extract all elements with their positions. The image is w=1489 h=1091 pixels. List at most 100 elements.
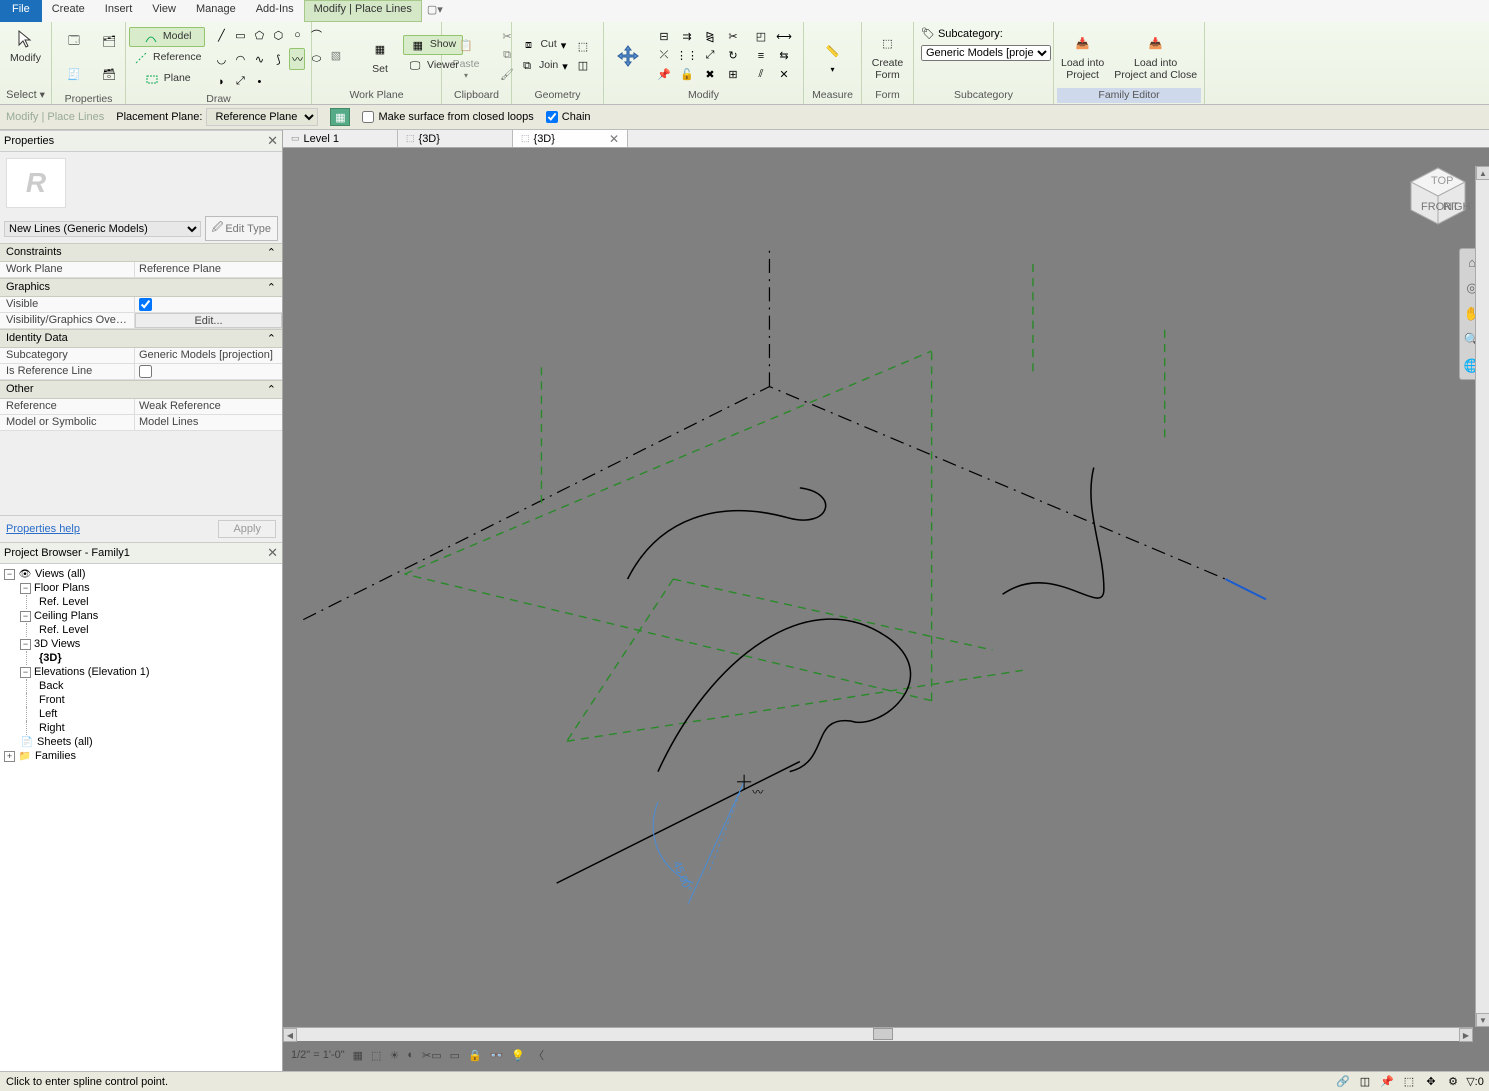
constraints-section[interactable]: Constraints⌃: [0, 243, 282, 262]
array-icon[interactable]: ⋮⋮: [676, 47, 698, 65]
geom-btn2[interactable]: ◫: [574, 56, 592, 74]
load-into-project-close-button[interactable]: 📥Load into Project and Close: [1110, 26, 1201, 86]
tree-3d-views[interactable]: 3D Views: [34, 638, 80, 650]
mod-extra3-icon[interactable]: ≡: [750, 47, 772, 65]
unpin-icon[interactable]: 🔓: [676, 66, 698, 84]
view-tab-level1[interactable]: ▭Level 1: [283, 130, 398, 147]
tree-ceiling-plans[interactable]: Ceiling Plans: [34, 610, 98, 622]
mod-extra6-icon[interactable]: ✕: [773, 66, 795, 84]
identity-section[interactable]: Identity Data⌃: [0, 329, 282, 348]
draw-rect-icon[interactable]: ▭: [232, 25, 248, 45]
tree-views-all[interactable]: Views (all): [35, 568, 86, 580]
scrollbar-vertical[interactable]: ▲ ▼: [1475, 166, 1489, 1027]
other-section[interactable]: Other⌃: [0, 380, 282, 399]
load-into-project-button[interactable]: 📥Load into Project: [1057, 26, 1108, 86]
tree-ref-level2[interactable]: Ref. Level: [39, 624, 89, 636]
menu-create[interactable]: Create: [42, 0, 95, 22]
scale-icon[interactable]: ⤢: [699, 47, 721, 65]
split-icon[interactable]: ⤫: [653, 47, 675, 65]
crop-region-icon[interactable]: ▭: [448, 1049, 462, 1062]
refplane-icon-button[interactable]: ▦: [330, 108, 350, 126]
graphics-section[interactable]: Graphics⌃: [0, 278, 282, 297]
mod-extra1-icon[interactable]: ◰: [750, 28, 772, 46]
detail-level-icon[interactable]: ▦: [351, 1049, 365, 1062]
cut-button[interactable]: ✂: [489, 28, 525, 46]
viewcube-right[interactable]: RIGHT: [1443, 201, 1473, 213]
tree-families[interactable]: Families: [35, 750, 76, 762]
draw-arc3-icon[interactable]: ◠: [232, 48, 248, 70]
prop-visible-value[interactable]: [135, 297, 282, 312]
trim-icon[interactable]: ✂: [722, 28, 744, 46]
model-line-button[interactable]: Model: [129, 27, 205, 47]
copy-button[interactable]: ⧉: [489, 47, 525, 65]
scrollbar-horizontal[interactable]: ◀ ▶: [283, 1027, 1473, 1041]
crop-view-icon[interactable]: ✂▭: [420, 1049, 444, 1062]
type-properties-button[interactable]: 🗂: [92, 25, 126, 57]
geom-btn1[interactable]: ⬚: [574, 37, 592, 55]
menu-view[interactable]: View: [142, 0, 186, 22]
prop-ref-value[interactable]: Weak Reference: [135, 399, 282, 414]
draw-pick-icon[interactable]: ⤢: [232, 73, 248, 90]
rotate-icon[interactable]: ↻: [722, 47, 744, 65]
group-icon[interactable]: ⊞: [722, 66, 744, 84]
select-links-icon[interactable]: 🔗: [1335, 1074, 1351, 1090]
browser-close-icon[interactable]: ✕: [267, 545, 278, 561]
tree-3d-name[interactable]: {3D}: [39, 652, 62, 664]
tree-toggle[interactable]: −: [20, 667, 31, 678]
sun-path-icon[interactable]: ☀: [387, 1049, 401, 1062]
properties-button[interactable]: 🗔: [57, 25, 91, 57]
tree-floor-plans[interactable]: Floor Plans: [34, 582, 90, 594]
viewcube-top[interactable]: TOP: [1431, 175, 1453, 187]
temp-hide-icon[interactable]: 👓: [488, 1049, 506, 1062]
tree-left[interactable]: Left: [39, 708, 57, 720]
prop-workplane-value[interactable]: Reference Plane: [135, 262, 282, 277]
select-underlay-icon[interactable]: ◫: [1357, 1074, 1373, 1090]
prop-mos-value[interactable]: Model Lines: [135, 415, 282, 430]
draw-circle-icon[interactable]: ○: [289, 25, 305, 45]
workplane-placeholder-button[interactable]: ▧: [315, 26, 357, 86]
select-face-icon[interactable]: ⬚: [1401, 1074, 1417, 1090]
menu-manage[interactable]: Manage: [186, 0, 246, 22]
tree-toggle[interactable]: −: [20, 583, 31, 594]
tree-toggle[interactable]: −: [20, 639, 31, 650]
tree-ref-level[interactable]: Ref. Level: [39, 596, 89, 608]
family-types-button[interactable]: 🧾: [57, 58, 91, 90]
qat-expand-icon[interactable]: ▢▾: [422, 0, 448, 22]
draw-polygon-icon[interactable]: ⬠: [251, 25, 267, 45]
paste-button[interactable]: 📋Paste▾: [445, 26, 487, 86]
mirror-icon[interactable]: ⧎: [699, 28, 721, 46]
tree-right[interactable]: Right: [39, 722, 65, 734]
draw-point-icon[interactable]: •: [251, 73, 267, 90]
project-units-button[interactable]: 🗃: [92, 58, 126, 90]
pin-icon[interactable]: 📌: [653, 66, 675, 84]
draw-arc-icon[interactable]: ◡: [213, 48, 229, 70]
menu-modify-place-lines[interactable]: Modify | Place Lines: [304, 0, 422, 22]
tree-toggle[interactable]: −: [20, 611, 31, 622]
reference-plane-button[interactable]: Plane: [129, 69, 205, 89]
type-selector[interactable]: New Lines (Generic Models): [4, 221, 201, 237]
mod-extra4-icon[interactable]: ⇆: [773, 47, 795, 65]
properties-help-link[interactable]: Properties help: [6, 523, 80, 535]
drag-elements-icon[interactable]: ✥: [1423, 1074, 1439, 1090]
move-button[interactable]: [607, 26, 649, 86]
edit-type-button[interactable]: 🖉Edit Type: [205, 216, 278, 241]
draw-partial-ellipse-icon[interactable]: ◗: [213, 73, 229, 90]
draw-line-icon[interactable]: ╱: [213, 25, 229, 45]
view-tab-3d-1[interactable]: ⬚{3D}: [398, 130, 513, 147]
reveal-hidden-icon[interactable]: 💡: [509, 1049, 527, 1062]
draw-arc-fillet-icon[interactable]: ⟆: [270, 48, 286, 70]
draw-inscribed-icon[interactable]: ⬡: [270, 25, 286, 45]
align-icon[interactable]: ⊟: [653, 28, 675, 46]
tree-elevations[interactable]: Elevations (Elevation 1): [34, 666, 150, 678]
lock-3d-icon[interactable]: 🔒: [466, 1049, 484, 1062]
reference-line-button[interactable]: Reference: [129, 48, 205, 68]
view-tab-3d-2[interactable]: ⬚{3D}✕: [513, 130, 628, 147]
measure-button[interactable]: 📏▾: [812, 26, 854, 86]
viewcube[interactable]: FRONT RIGHT TOP: [1403, 160, 1473, 230]
subcategory-select[interactable]: Generic Models [proje...: [921, 45, 1051, 61]
visual-style-icon[interactable]: ⬚: [369, 1049, 383, 1062]
chain-checkbox[interactable]: [546, 111, 558, 123]
mod-extra5-icon[interactable]: ⫽: [750, 66, 772, 84]
tree-toggle[interactable]: +: [4, 751, 15, 762]
menu-insert[interactable]: Insert: [95, 0, 143, 22]
